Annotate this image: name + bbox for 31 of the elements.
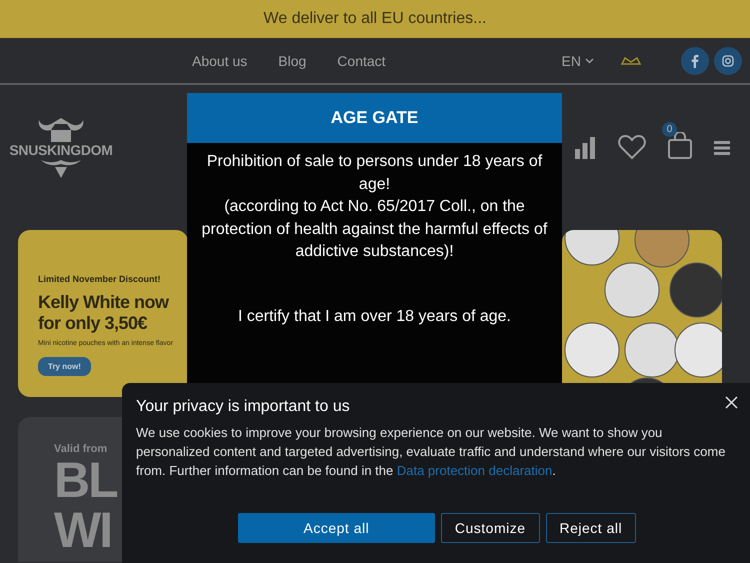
age-certify-text[interactable]: I certify that I am over 18 years of age. (187, 308, 562, 326)
sale-banner[interactable]: Valid from BL WI (18, 417, 122, 562)
accept-button[interactable]: Accept all (238, 513, 435, 543)
cart-count-badge: 0 (662, 122, 677, 136)
instagram-icon[interactable] (714, 46, 742, 74)
cookie-text: We use cookies to improve your browsing experience on our website. We want to show you personalized content and targeted advertising, evaluate traffic and understand where our visitors come from. Further information can be found in the Data protection declaration. (136, 424, 726, 480)
close-icon[interactable] (725, 396, 738, 409)
crown-icon[interactable] (620, 54, 642, 66)
language-selector[interactable]: EN (562, 52, 594, 68)
bar-chart-icon[interactable] (574, 136, 596, 158)
privacy-link[interactable]: Data protection declaration (396, 463, 552, 478)
heart-icon[interactable] (618, 135, 646, 160)
try-now-button[interactable]: Try now! (38, 357, 91, 376)
facebook-icon[interactable] (681, 46, 709, 74)
menu-icon[interactable] (714, 140, 730, 154)
nav-link[interactable]: Contact (337, 52, 386, 68)
banner-eyebrow: Valid from (54, 443, 108, 455)
banner-eyebrow: Limited November Discount! (38, 274, 162, 284)
cookie-option-button[interactable]: Reject all (546, 513, 636, 543)
cookie-title: Your privacy is important to us (136, 398, 350, 416)
age-gate-title: AGE GATE (187, 93, 562, 143)
cookie-option-button[interactable]: Customize (440, 513, 540, 543)
announcement-text: We deliver to all EU countries... (264, 10, 486, 28)
age-gate-message: Prohibition of sale to persons under 18 years of age! (according to Act No. 65/2017 Coll., on the protection of health against the harmful effects of addictive substances)! (200, 152, 548, 262)
banner-headline: BL WI (54, 455, 118, 555)
banner-headline: Kelly White now for only 3,50€ (38, 292, 170, 334)
shopping-bag-icon[interactable] (668, 132, 692, 158)
logo[interactable]: SNUSKINGDOM (8, 118, 114, 178)
nav-link[interactable]: About us (192, 52, 248, 68)
caret-icon[interactable] (585, 58, 594, 64)
nav-link[interactable]: Blog (278, 52, 306, 68)
